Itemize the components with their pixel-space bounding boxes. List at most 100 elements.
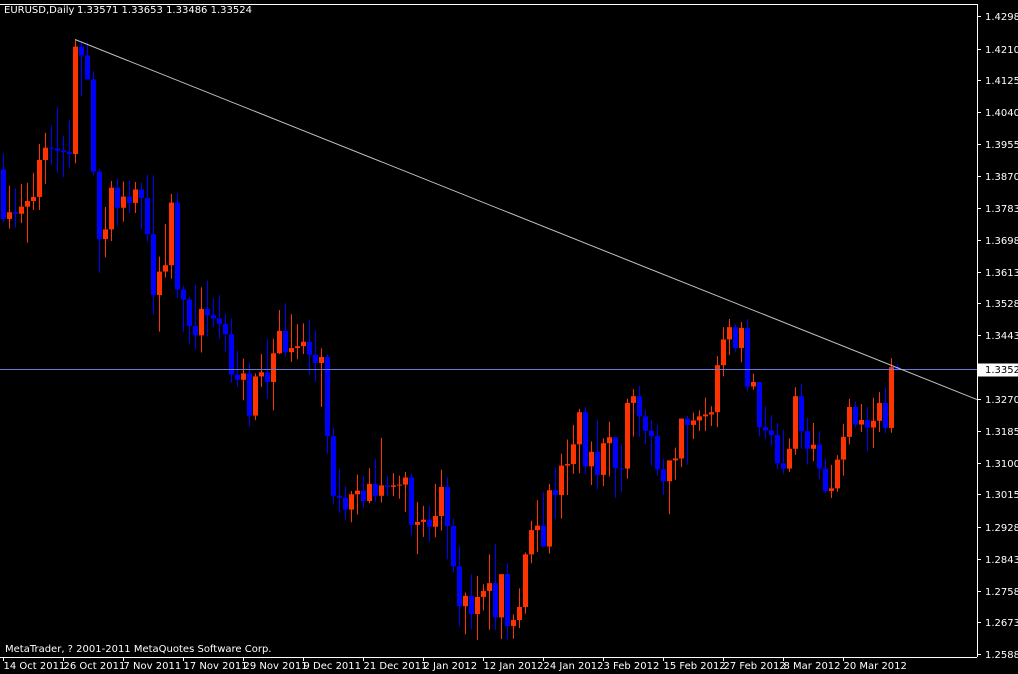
candle-body xyxy=(205,308,210,316)
candle-body xyxy=(559,465,564,496)
x-tick-label: 15 Feb 2012 xyxy=(664,661,726,672)
candle-body xyxy=(67,152,72,155)
candle-body xyxy=(163,265,168,272)
candle-body xyxy=(301,341,306,347)
candle-body xyxy=(325,357,330,437)
candle-body xyxy=(577,412,582,445)
candle-body xyxy=(121,196,126,208)
candle-body xyxy=(169,202,174,266)
candle-body xyxy=(673,458,678,461)
x-tick-label: 2 Jan 2012 xyxy=(424,661,478,672)
y-tick-label: 1.32705 xyxy=(985,395,1018,406)
candle-body xyxy=(415,521,420,525)
candle-body xyxy=(157,271,162,296)
candle-body xyxy=(757,382,762,428)
current-price-label: 1.33524 xyxy=(985,365,1018,376)
candle-body xyxy=(439,486,444,516)
x-tick-label: 20 Mar 2012 xyxy=(844,661,907,672)
candle-body xyxy=(883,402,888,428)
candle-body xyxy=(889,367,894,428)
candle-body xyxy=(397,484,402,486)
candle-body xyxy=(385,485,390,487)
candle-body xyxy=(469,595,474,615)
candle-body xyxy=(331,436,336,496)
x-tick-label: 29 Nov 2011 xyxy=(244,661,308,672)
candle-body xyxy=(511,620,516,627)
candle-body xyxy=(769,430,774,435)
candle xyxy=(523,552,528,614)
candle-body xyxy=(781,463,786,469)
candle-body xyxy=(763,427,768,431)
candle-body xyxy=(835,459,840,489)
candle-body xyxy=(403,477,408,485)
candle-body xyxy=(193,326,198,336)
candle-body xyxy=(715,365,720,413)
candle-body xyxy=(337,495,342,498)
candle xyxy=(253,373,258,421)
y-tick-label: 1.41255 xyxy=(985,76,1018,87)
candle-body xyxy=(847,407,852,437)
candle xyxy=(733,324,738,352)
candle-body xyxy=(667,460,672,482)
candle-body xyxy=(379,485,384,496)
candle-body xyxy=(31,196,36,202)
candle-body xyxy=(823,468,828,491)
y-tick-label: 1.36980 xyxy=(985,236,1018,247)
candle-body xyxy=(145,198,150,235)
y-tick-label: 1.34430 xyxy=(985,331,1018,342)
candle-body xyxy=(499,574,504,618)
candle-body xyxy=(283,330,288,353)
chart-background xyxy=(0,0,1018,674)
y-tick-label: 1.38705 xyxy=(985,172,1018,183)
candle-body xyxy=(19,206,24,214)
candle xyxy=(331,427,336,504)
y-tick-label: 1.40405 xyxy=(985,108,1018,119)
candle-body xyxy=(793,396,798,449)
candle-body xyxy=(223,323,228,335)
candle-body xyxy=(655,436,660,470)
y-tick-label: 1.42980 xyxy=(985,12,1018,23)
candle xyxy=(451,518,456,573)
candle-body xyxy=(91,79,96,172)
candle-body xyxy=(541,525,546,547)
candle-body xyxy=(463,595,468,607)
candle-body xyxy=(109,187,114,230)
candle-body xyxy=(877,402,882,421)
y-tick-label: 1.29280 xyxy=(985,523,1018,534)
candle-body xyxy=(631,396,636,403)
candle xyxy=(547,483,552,554)
candle-body xyxy=(277,330,282,354)
price-chart[interactable]: EURUSD,Daily 1.33571 1.33653 1.33486 1.3… xyxy=(0,0,1018,674)
candle-body xyxy=(679,418,684,459)
candle xyxy=(175,192,180,299)
candle-body xyxy=(7,212,12,219)
candle-body xyxy=(703,414,708,417)
candle-body xyxy=(61,150,66,153)
candle xyxy=(73,39,78,164)
candle-body xyxy=(433,515,438,527)
candle-body xyxy=(199,308,204,336)
candle-body xyxy=(247,373,252,416)
x-tick-label: 17 Nov 2011 xyxy=(184,661,248,672)
x-tick-label: 9 Dec 2011 xyxy=(304,661,362,672)
candle-body xyxy=(259,372,264,377)
y-tick-label: 1.36130 xyxy=(985,268,1018,279)
copyright-text: MetaTrader, ? 2001-2011 MetaQuotes Softw… xyxy=(5,644,271,655)
candle-body xyxy=(595,451,600,475)
candle-body xyxy=(103,229,108,240)
candle-body xyxy=(535,525,540,531)
candle-body xyxy=(241,373,246,380)
candle-body xyxy=(55,148,60,151)
candle-body xyxy=(853,407,858,425)
candle-body xyxy=(175,202,180,290)
candle-body xyxy=(133,189,138,203)
candle-body xyxy=(613,437,618,469)
candle-body xyxy=(811,444,816,449)
candle-body xyxy=(187,299,192,327)
candle-body xyxy=(517,606,522,621)
candle-body xyxy=(817,444,822,469)
candle-body xyxy=(85,55,90,80)
candle-body xyxy=(343,497,348,510)
candle-body xyxy=(427,519,432,527)
x-tick-label: 14 Oct 2011 xyxy=(4,661,66,672)
